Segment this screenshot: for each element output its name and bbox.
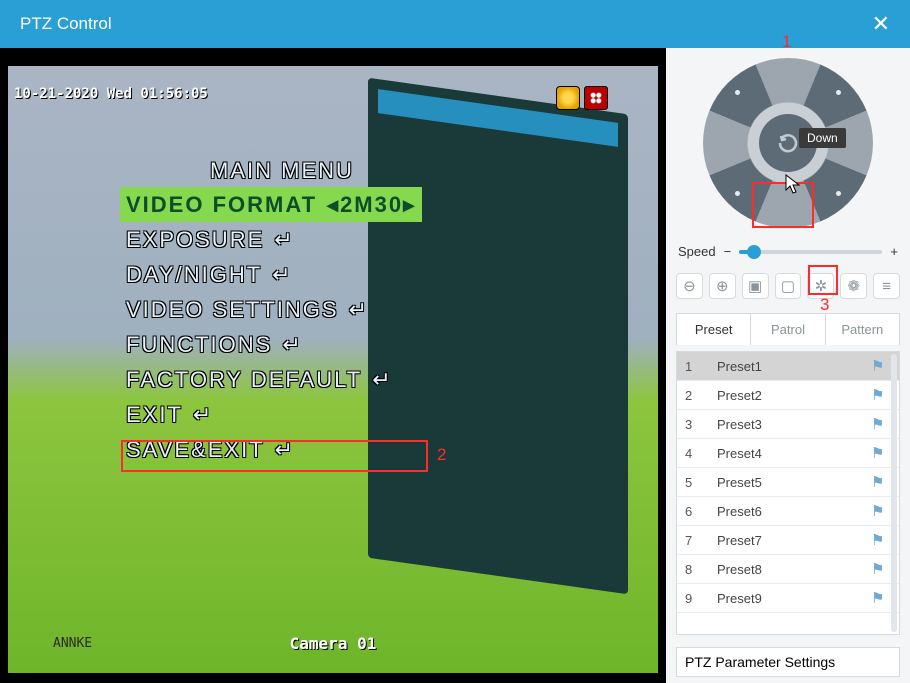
focus-far-button[interactable]: ▢ (775, 273, 802, 299)
window-title: PTZ Control (20, 14, 112, 34)
tab-patrol[interactable]: Patrol (751, 314, 825, 345)
arrow-upright-icon[interactable] (836, 90, 841, 95)
camera-feed: 10-21-2020 Wed 01:56:05 MAIN MENU VIDEO … (8, 66, 658, 673)
tab-pattern[interactable]: Pattern (826, 314, 899, 345)
preset-row[interactable]: 2Preset2⚑ (677, 381, 899, 410)
titlebar: PTZ Control ✕ (0, 0, 910, 48)
osd-menu-item[interactable]: DAY/NIGHT↵ (120, 257, 422, 292)
bell-icon (556, 86, 580, 110)
ptz-joystick[interactable]: Down (703, 58, 873, 228)
scrollbar[interactable] (891, 354, 897, 632)
annotation-label-3: 3 (820, 295, 829, 315)
arrow-left-icon[interactable] (713, 137, 725, 149)
speed-control: Speed − + (678, 244, 898, 259)
focus-near-button[interactable]: ▣ (742, 273, 769, 299)
preset-row[interactable]: 1Preset1⚑ (677, 352, 899, 381)
preset-row[interactable]: 4Preset4⚑ (677, 439, 899, 468)
arrow-up-icon[interactable] (782, 68, 794, 80)
osd-menu-title: MAIN MENU (120, 154, 422, 187)
preset-row[interactable]: 3Preset3⚑ (677, 410, 899, 439)
zoom-out-button[interactable]: ⊖ (676, 273, 703, 299)
osd-menu: MAIN MENU VIDEO FORMAT◂2M30▸EXPOSURE↵DAY… (120, 154, 422, 467)
ptz-toolbar: ⊖⊕▣▢✲❁≡ (676, 273, 900, 299)
ptz-tabs: Preset Patrol Pattern (676, 313, 900, 345)
speed-minus-button[interactable]: − (724, 244, 732, 259)
preset-row[interactable]: 6Preset6⚑ (677, 497, 899, 526)
arrow-downleft-icon[interactable] (735, 191, 740, 196)
osd-menu-item[interactable]: FACTORY DEFAULT↵ (120, 362, 422, 397)
arrow-downright-icon[interactable] (836, 191, 841, 196)
video-area: 10-21-2020 Wed 01:56:05 MAIN MENU VIDEO … (0, 48, 666, 683)
speed-plus-button[interactable]: + (890, 244, 898, 259)
brand-label: ANNKE (53, 636, 92, 651)
more-button[interactable]: ≡ (873, 273, 900, 299)
osd-timestamp: 10-21-2020 Wed 01:56:05 (14, 86, 208, 102)
iris-close-button[interactable]: ❁ (840, 273, 867, 299)
arrow-right-icon[interactable] (851, 137, 863, 149)
preset-row[interactable]: 9Preset9⚑ (677, 584, 899, 613)
annotation-label-2: 2 (437, 445, 446, 465)
osd-menu-item[interactable]: EXPOSURE↵ (120, 222, 422, 257)
osd-menu-item[interactable]: VIDEO FORMAT◂2M30▸ (120, 187, 422, 222)
preset-row[interactable]: 7Preset7⚑ (677, 526, 899, 555)
camera-name: Camera 01 (290, 634, 377, 653)
osd-menu-item[interactable]: VIDEO SETTINGS↵ (120, 292, 422, 327)
ptz-panel: Down Speed − + 1 ⊖⊕▣▢✲❁≡ 3 Preset Patrol… (666, 48, 910, 683)
preset-row[interactable]: 8Preset8⚑ (677, 555, 899, 584)
osd-menu-item[interactable]: EXIT↵ (120, 397, 422, 432)
osd-menu-item[interactable]: FUNCTIONS↵ (120, 327, 422, 362)
ptz-parameter-settings-button[interactable]: PTZ Parameter Settings (676, 647, 900, 677)
record-icon (584, 86, 608, 110)
osd-status-icons (556, 86, 608, 110)
speed-label: Speed (678, 244, 716, 259)
annotation-label-1: 1 (782, 32, 791, 52)
close-icon[interactable]: ✕ (872, 11, 890, 37)
tab-preset[interactable]: Preset (677, 314, 751, 345)
speed-slider[interactable] (739, 250, 882, 254)
osd-menu-item[interactable]: SAVE&EXIT↵ (120, 432, 422, 467)
arrow-upleft-icon[interactable] (735, 90, 740, 95)
joystick-tooltip: Down (799, 128, 846, 148)
preset-list[interactable]: 1Preset1⚑2Preset2⚑3Preset3⚑4Preset4⚑5Pre… (676, 351, 900, 635)
zoom-in-button[interactable]: ⊕ (709, 273, 736, 299)
preset-row[interactable]: 5Preset5⚑ (677, 468, 899, 497)
cursor-icon (785, 174, 801, 194)
arrow-down-icon[interactable] (782, 206, 794, 218)
